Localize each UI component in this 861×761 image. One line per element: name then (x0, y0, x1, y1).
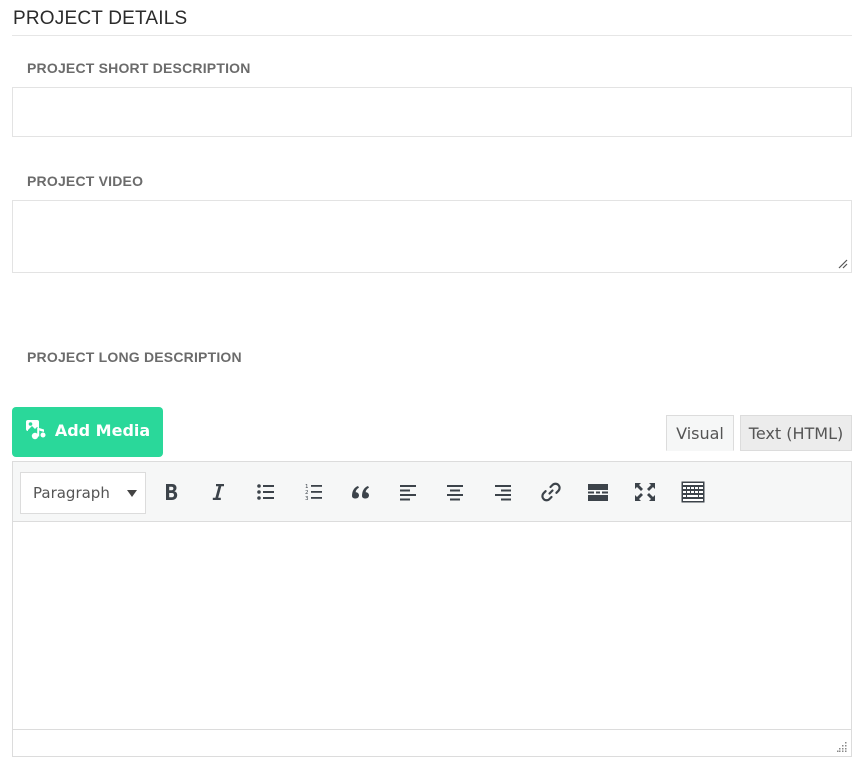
italic-button[interactable] (205, 479, 231, 505)
add-media-label: Add Media (54, 420, 151, 440)
format-select[interactable]: Paragraph (20, 472, 146, 514)
tab-text-html[interactable]: Text (HTML) (740, 415, 852, 451)
align-center-icon (447, 485, 463, 501)
bullet-list-button[interactable] (253, 479, 279, 505)
numbered-list-button[interactable]: 1 2 3 (301, 479, 327, 505)
rich-text-editor: Paragraph 1 2 3 (12, 461, 852, 757)
editor-content-area[interactable] (13, 523, 851, 730)
fullscreen-button[interactable] (632, 479, 658, 505)
short-description-input[interactable] (12, 87, 852, 137)
section-title: PROJECT DETAILS (13, 8, 188, 29)
long-description-label: PROJECT LONG DESCRIPTION (27, 349, 242, 365)
resize-grip-icon[interactable] (838, 259, 848, 269)
bullet-list-icon (257, 484, 274, 500)
format-select-value: Paragraph (33, 484, 110, 502)
align-center-button[interactable] (442, 479, 468, 505)
add-media-button[interactable]: Add Media (12, 407, 163, 457)
add-media-icon (25, 420, 46, 440)
insert-link-button[interactable] (538, 479, 564, 505)
title-divider (12, 35, 852, 36)
italic-icon (212, 484, 224, 500)
short-description-label: PROJECT SHORT DESCRIPTION (27, 60, 251, 76)
align-left-icon (400, 485, 416, 501)
editor-toolbar: Paragraph 1 2 3 (13, 462, 851, 522)
read-more-button[interactable] (585, 479, 611, 505)
blockquote-icon (352, 486, 369, 499)
resize-grip-icon[interactable] (837, 742, 847, 752)
bold-button[interactable] (158, 479, 184, 505)
blockquote-button[interactable] (348, 479, 374, 505)
editor-status-bar (13, 731, 851, 756)
align-right-button[interactable] (490, 479, 516, 505)
align-left-button[interactable] (395, 479, 421, 505)
tab-visual[interactable]: Visual (666, 415, 734, 451)
video-label: PROJECT VIDEO (27, 173, 144, 189)
read-more-icon (588, 484, 608, 501)
fullscreen-icon (635, 483, 655, 501)
bold-icon (166, 484, 178, 500)
video-textarea[interactable] (12, 200, 852, 273)
numbered-list-icon: 1 2 3 (305, 484, 322, 502)
link-icon (541, 482, 561, 502)
svg-text:3: 3 (305, 496, 309, 502)
toolbar-toggle-button[interactable] (680, 479, 706, 505)
chevron-down-icon (127, 490, 137, 497)
toolbar-toggle-icon (681, 481, 705, 503)
align-right-icon (495, 485, 511, 501)
